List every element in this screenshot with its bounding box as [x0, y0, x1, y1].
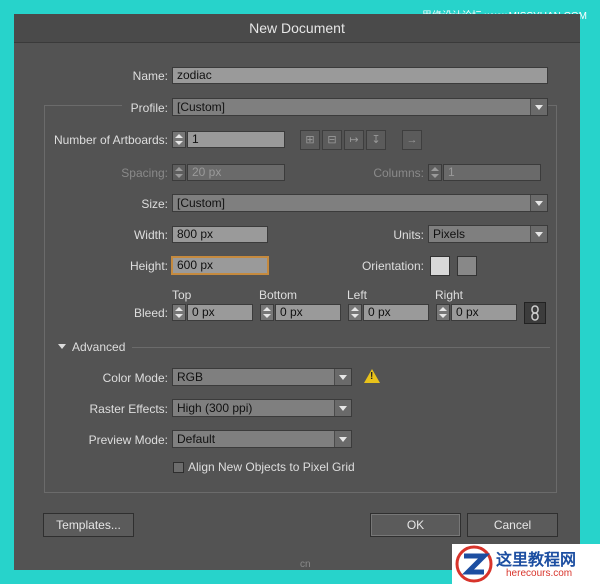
warning-icon: ! [364, 369, 380, 383]
profile-select[interactable]: [Custom] [172, 98, 548, 116]
bleed-right-input[interactable]: 0 px [451, 304, 517, 321]
columns-label: Columns: [373, 166, 424, 180]
arrange-by-row-icon[interactable]: ⊟ [322, 130, 342, 150]
arrange-by-grid-icon[interactable]: ⊞ [300, 130, 320, 150]
dialog-title: New Document [249, 20, 345, 36]
width-label: Width: [133, 228, 168, 242]
bleed-top-stepper[interactable] [172, 304, 186, 321]
advanced-divider [132, 347, 550, 348]
chevron-down-icon [334, 369, 351, 385]
align-pixel-grid-checkbox[interactable] [173, 462, 184, 473]
chevron-down-icon [530, 99, 547, 115]
chevron-down-icon [334, 400, 351, 416]
units-label: Units: [393, 228, 424, 242]
group-border-right [556, 105, 557, 492]
title-bar: New Document [14, 14, 580, 43]
watermark-center-text: cn [300, 559, 311, 570]
bleed-left-stepper[interactable] [348, 304, 362, 321]
preview-mode-label: Preview Mode: [88, 433, 168, 447]
profile-group-border-right [548, 105, 556, 106]
link-icon[interactable] [524, 302, 546, 324]
color-mode-label: Color Mode: [102, 371, 168, 385]
chevron-down-icon [334, 431, 351, 447]
orientation-label: Orientation: [361, 259, 424, 273]
bleed-right-label: Right [435, 288, 464, 302]
name-input[interactable]: zodiac [172, 67, 548, 84]
bleed-label: Bleed: [133, 306, 168, 320]
align-pixel-grid-label: Align New Objects to Pixel Grid [188, 460, 355, 474]
new-document-dialog: New Document Name: zodiac Profile: [Cust… [14, 14, 580, 570]
bleed-left-input[interactable]: 0 px [363, 304, 429, 321]
columns-stepper[interactable] [428, 164, 442, 181]
spacing-label: Spacing: [121, 166, 168, 180]
color-mode-value: RGB [177, 370, 204, 384]
layout-direction-icon[interactable]: → [402, 130, 422, 150]
bleed-left-label: Left [347, 288, 368, 302]
artboards-label: Number of Artboards: [53, 133, 168, 147]
artboards-stepper[interactable] [172, 131, 186, 148]
name-label: Name: [132, 69, 168, 83]
link-icon-svg [531, 305, 539, 321]
bleed-top-label: Top [172, 288, 192, 302]
bleed-right-stepper[interactable] [436, 304, 450, 321]
units-select[interactable]: Pixels [428, 225, 548, 243]
raster-effects-select[interactable]: High (300 ppi) [172, 399, 352, 417]
columns-input[interactable]: 1 [443, 164, 541, 181]
raster-effects-label: Raster Effects: [89, 402, 168, 416]
size-select-value: [Custom] [177, 196, 226, 210]
spacing-input[interactable]: 20 px [187, 164, 285, 181]
preview-mode-value: Default [177, 432, 216, 446]
logo-url: herecours.com [506, 568, 573, 579]
bleed-bottom-label: Bottom [259, 288, 298, 302]
height-label: Height: [129, 259, 168, 273]
bleed-top-input[interactable]: 0 px [187, 304, 253, 321]
spacing-stepper[interactable] [172, 164, 186, 181]
disclosure-triangle-icon[interactable] [58, 344, 66, 349]
logo-title: 这里教程网 [496, 552, 577, 569]
watermark-logo: 这里教程网 herecours.com [452, 544, 600, 584]
size-label: Size: [141, 197, 168, 211]
arrange-by-column-icon[interactable]: ↦ [344, 130, 364, 150]
raster-effects-value: High (300 ppi) [177, 401, 253, 415]
width-input[interactable]: 800 px [172, 226, 268, 243]
templates-button[interactable]: Templates... [43, 513, 134, 537]
chevron-down-icon [530, 226, 547, 242]
chevron-down-icon [530, 195, 547, 211]
group-border-bottom [44, 492, 557, 493]
logo-badge-icon [455, 545, 493, 583]
arrange-column-icon[interactable]: ↧ [366, 130, 386, 150]
profile-select-value: [Custom] [177, 100, 226, 114]
portrait-icon[interactable] [430, 256, 450, 276]
landscape-icon[interactable] [457, 256, 477, 276]
ok-button[interactable]: OK [370, 513, 461, 537]
units-select-value: Pixels [433, 227, 466, 241]
height-input[interactable]: 600 px [172, 257, 268, 274]
advanced-toggle[interactable]: Advanced [72, 340, 125, 354]
size-select[interactable]: [Custom] [172, 194, 548, 212]
bleed-bottom-stepper[interactable] [260, 304, 274, 321]
bleed-bottom-input[interactable]: 0 px [275, 304, 341, 321]
color-mode-select[interactable]: RGB [172, 368, 352, 386]
profile-label: Profile: [130, 101, 168, 115]
preview-mode-select[interactable]: Default [172, 430, 352, 448]
cancel-button[interactable]: Cancel [467, 513, 558, 537]
artboards-input[interactable]: 1 [187, 131, 285, 148]
